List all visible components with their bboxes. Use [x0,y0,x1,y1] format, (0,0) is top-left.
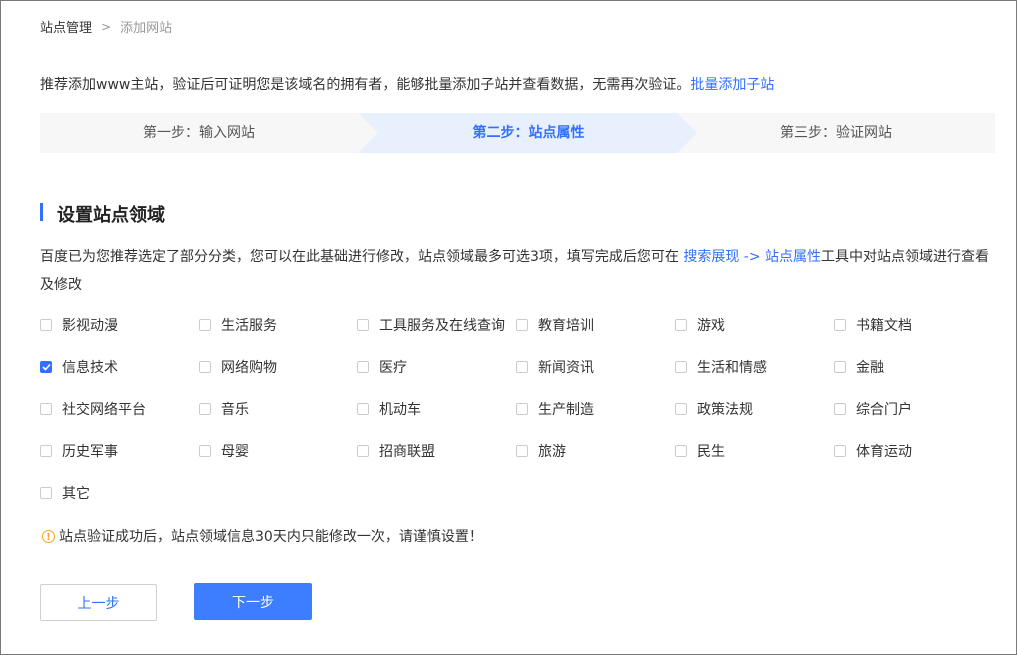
domain-option[interactable]: 医疗 [357,354,407,380]
checkbox[interactable] [675,403,687,415]
domain-option[interactable]: 金融 [834,354,884,380]
checkbox[interactable] [675,319,687,331]
domain-option-label: 生活服务 [221,318,277,334]
checkbox[interactable] [199,403,211,415]
step-3: 第三步：验证网站 [780,125,892,141]
domain-option-label: 体育运动 [856,444,912,460]
checkbox[interactable] [357,445,369,457]
domain-option-label: 工具服务及在线查询 [379,318,505,334]
domain-option-label: 新闻资讯 [538,360,594,376]
domain-option[interactable]: 书籍文档 [834,312,912,338]
description-text: 百度已为您推荐选定了部分分类，您可以在此基础进行修改，站点领域最多可选3项，填写… [40,249,684,265]
checkbox[interactable] [516,445,528,457]
domain-option[interactable]: 生活服务 [199,312,277,338]
breadcrumb: 站点管理 > 添加网站 [40,17,173,37]
domain-option[interactable]: 母婴 [199,438,249,464]
domain-option-label: 教育培训 [538,318,594,334]
checkbox[interactable] [834,403,846,415]
domain-option-label: 音乐 [221,402,249,418]
domain-option[interactable]: 新闻资讯 [516,354,594,380]
checkbox[interactable] [675,445,687,457]
domain-option[interactable]: 历史军事 [40,438,118,464]
domain-option-label: 招商联盟 [379,444,435,460]
domain-option-label: 生产制造 [538,402,594,418]
step-2-active: 第二步：站点属性 [472,125,585,141]
checkbox[interactable] [516,361,528,373]
checkbox[interactable] [40,487,52,499]
warning-note: ! 站点验证成功后，站点领域信息30天内只能修改一次，请谨慎设置！ [42,526,483,546]
warning-icon: ! [42,529,55,543]
checkbox[interactable] [834,319,846,331]
domain-option[interactable]: 政策法规 [675,396,753,422]
intro-text: 推荐添加www主站，验证后可证明您是该域名的拥有者，能够批量添加子站并查看数据，… [40,74,774,94]
checkbox-checked[interactable] [40,361,52,373]
domain-option-label: 网络购物 [221,360,277,376]
checkbox[interactable] [834,445,846,457]
domain-option[interactable]: 游戏 [675,312,725,338]
step-indicator: 第一步：输入网站 第二步：站点属性 第三步：验证网站 [40,113,995,153]
breadcrumb-root[interactable]: 站点管理 [40,17,92,36]
site-attribute-link[interactable]: 搜索展现 -> 站点属性 [683,249,821,265]
domain-option-label: 母婴 [221,444,249,460]
domain-option[interactable]: 音乐 [199,396,249,422]
domain-option[interactable]: 教育培训 [516,312,594,338]
domain-option[interactable]: 招商联盟 [357,438,435,464]
domain-option-label: 金融 [856,360,884,376]
domain-option-label: 信息技术 [62,360,118,376]
checkbox[interactable] [357,403,369,415]
domain-option-label: 历史军事 [62,444,118,460]
checkbox[interactable] [357,361,369,373]
checkbox[interactable] [834,361,846,373]
checkbox[interactable] [40,445,52,457]
section-title: 设置站点领域 [57,205,165,226]
domain-option[interactable]: 生产制造 [516,396,594,422]
checkbox[interactable] [199,445,211,457]
domain-option-label: 书籍文档 [856,318,912,334]
domain-option[interactable]: 信息技术 [40,354,118,380]
domain-option-label: 机动车 [379,402,421,418]
domain-option-label: 综合门户 [856,402,912,418]
domain-option[interactable]: 工具服务及在线查询 [357,312,505,338]
domain-option-label: 其它 [62,486,90,502]
domain-option[interactable]: 影视动漫 [40,312,118,338]
checkbox[interactable] [675,361,687,373]
section-accent-bar [40,203,43,221]
domain-option-label: 民生 [697,444,725,460]
warning-text: 站点验证成功后，站点领域信息30天内只能修改一次，请谨慎设置！ [59,529,483,545]
domain-option[interactable]: 社交网络平台 [40,396,146,422]
checkbox[interactable] [199,361,211,373]
domain-option[interactable]: 民生 [675,438,725,464]
domain-option[interactable]: 其它 [40,480,90,506]
domain-option[interactable]: 生活和情感 [675,354,767,380]
checkbox[interactable] [40,403,52,415]
domain-option[interactable]: 体育运动 [834,438,912,464]
domain-option[interactable]: 综合门户 [834,396,912,422]
domain-option[interactable]: 机动车 [357,396,421,422]
checkbox[interactable] [357,319,369,331]
checkbox[interactable] [40,319,52,331]
step-1: 第一步：输入网站 [143,125,255,141]
domain-option[interactable]: 旅游 [516,438,566,464]
domain-option[interactable]: 网络购物 [199,354,277,380]
domain-option-label: 政策法规 [697,402,753,418]
breadcrumb-current: 添加网站 [120,21,173,36]
domain-option-label: 游戏 [697,318,725,334]
previous-step-button[interactable]: 上一步 [40,584,157,621]
intro-message: 推荐添加www主站，验证后可证明您是该域名的拥有者，能够批量添加子站并查看数据，… [40,77,691,93]
section-description: 百度已为您推荐选定了部分分类，您可以在此基础进行修改，站点领域最多可选3项，填写… [40,243,995,299]
domain-option-label: 医疗 [379,360,407,376]
breadcrumb-separator: > [101,19,112,34]
checkbox[interactable] [199,319,211,331]
domain-option-label: 旅游 [538,444,566,460]
domain-option-label: 影视动漫 [62,318,118,334]
next-step-button[interactable]: 下一步 [194,583,312,620]
checkbox[interactable] [516,403,528,415]
domain-option-label: 生活和情感 [697,360,767,376]
batch-add-subsite-link[interactable]: 批量添加子站 [690,77,774,93]
checkbox[interactable] [516,319,528,331]
domain-option-label: 社交网络平台 [62,402,146,418]
